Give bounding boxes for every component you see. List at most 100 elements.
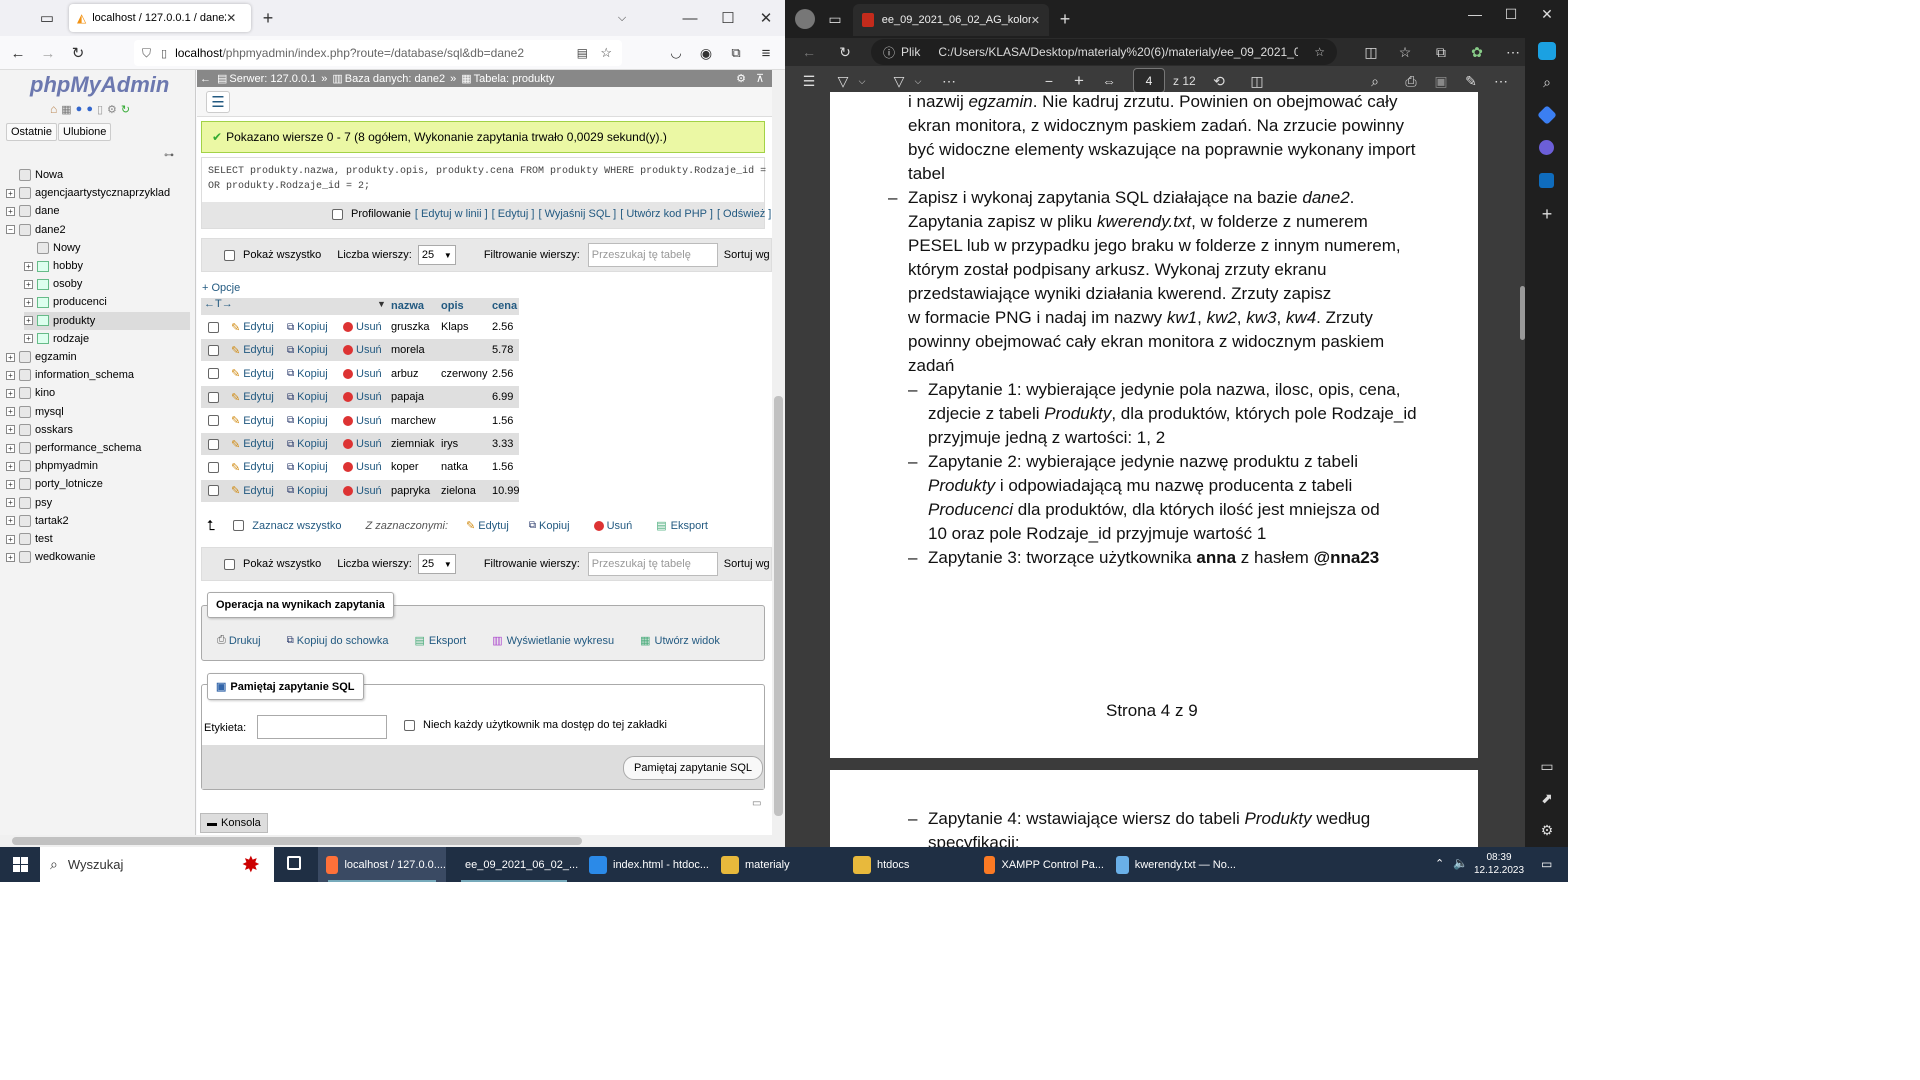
row-delete-button[interactable]: Usuń	[343, 368, 382, 380]
row-delete-button[interactable]: Usuń	[343, 321, 382, 333]
contents-icon[interactable]: ☰	[799, 71, 819, 91]
gear-icon[interactable]: ⚙	[736, 72, 746, 85]
tree-item[interactable]: − dane2	[6, 221, 66, 239]
tab-phpmyadmin[interactable]: ◭ localhost / 127.0.0.1 / dane2 | phpMyA…	[69, 4, 251, 32]
bulk-export-button[interactable]: ▤ Eksport	[656, 519, 708, 533]
search-icon[interactable]: ⌕	[1536, 72, 1558, 92]
row-copy-button[interactable]: ⧉ Kopiuj	[287, 415, 328, 427]
cell-nazwa[interactable]: arbuz	[391, 368, 419, 380]
home-icon[interactable]: ⌂	[50, 102, 57, 116]
console-tab[interactable]: ▬ Konsola	[200, 813, 268, 833]
breadcrumb-table[interactable]: Tabela: produkty	[474, 73, 555, 85]
expand-icon[interactable]: +	[6, 498, 15, 508]
tree-item[interactable]: + egzamin	[6, 348, 77, 366]
row-edit-button[interactable]: ✎ Edytuj	[231, 321, 274, 334]
cell-opis[interactable]: zielona	[441, 485, 476, 497]
external-link-icon[interactable]: ⬈	[1536, 788, 1558, 808]
expand-icon[interactable]: +	[6, 407, 15, 417]
tree-item[interactable]: + information_schema	[6, 366, 134, 384]
rotate-icon[interactable]: ⟲	[1209, 71, 1229, 91]
col-nazwa[interactable]: nazwa	[391, 300, 424, 312]
zoom-in-icon[interactable]: +	[1069, 71, 1089, 91]
add-icon[interactable]: +	[1536, 204, 1558, 224]
row-edit-button[interactable]: ✎ Edytuj	[231, 484, 274, 498]
profiling-checkbox[interactable]	[332, 208, 343, 220]
bulk-edit-button[interactable]: ✎ Edytuj	[466, 519, 509, 533]
expand-icon[interactable]: +	[6, 370, 15, 380]
tree-item[interactable]: + test	[6, 530, 53, 548]
cell-nazwa[interactable]: papryka	[391, 485, 430, 497]
link-explain[interactable]: [ Wyjaśnij SQL ]	[538, 208, 616, 220]
cell-cena[interactable]: 2.56	[492, 368, 513, 380]
expand-icon[interactable]: +	[6, 188, 15, 198]
row-checkbox[interactable]	[208, 485, 219, 497]
options-link[interactable]: + Opcje	[202, 282, 240, 294]
chevron-down-icon[interactable]: ⌵	[911, 71, 925, 91]
cell-opis[interactable]: czerwony	[441, 368, 487, 380]
link-php[interactable]: [ Utwórz kod PHP ]	[620, 208, 713, 220]
settings-icon[interactable]: ⚙	[1536, 820, 1558, 840]
cell-nazwa[interactable]: papaja	[391, 391, 424, 403]
gear-icon[interactable]: ⚙	[107, 103, 117, 116]
list-all-tabs-icon[interactable]: ▭	[36, 8, 58, 28]
extensions-icon[interactable]: ⧉	[726, 43, 746, 63]
expand-icon[interactable]: +	[6, 388, 15, 398]
fit-page-icon[interactable]: ⇔	[1099, 71, 1119, 91]
sql-code[interactable]: SELECT produkty.nazwa, produkty.opis, pr…	[202, 158, 772, 202]
h-scrollbar-thumb[interactable]	[12, 837, 582, 845]
export-button[interactable]: ▤ Eksport	[414, 634, 466, 648]
task-view-icon[interactable]	[287, 856, 301, 870]
row-copy-button[interactable]: ⧉ Kopiuj	[287, 391, 328, 403]
expand-icon[interactable]: +	[6, 352, 15, 362]
col-cena[interactable]: cena	[492, 300, 517, 312]
expand-icon[interactable]: +	[6, 534, 15, 544]
close-tab-icon[interactable]: ✕	[1031, 14, 1040, 27]
row-copy-button[interactable]: ⧉ Kopiuj	[287, 344, 328, 356]
tree-item[interactable]: + produkty	[24, 311, 190, 330]
row-checkbox[interactable]	[208, 415, 219, 427]
pdf-scrollbar-thumb[interactable]	[1520, 286, 1525, 340]
cell-nazwa[interactable]: koper	[391, 461, 419, 473]
avatar[interactable]	[795, 9, 815, 29]
expand-icon[interactable]: +	[24, 297, 33, 307]
collapse-arrow-icon[interactable]: ←	[200, 73, 211, 85]
reader-view-icon[interactable]: ▤	[577, 46, 588, 60]
account-icon[interactable]: ◉	[696, 43, 716, 63]
pdf-scrollbar[interactable]	[1518, 100, 1526, 840]
scrollbar-thumb[interactable]	[774, 396, 783, 816]
tree-item[interactable]: +Nowa	[6, 166, 63, 184]
menu-icon[interactable]: ≡	[756, 43, 776, 63]
expand-icon[interactable]: +	[6, 479, 15, 489]
check-all-checkbox[interactable]	[233, 520, 245, 531]
expand-icon[interactable]: +	[6, 516, 15, 526]
url-bar[interactable]: ⛉ ▯ localhost /phpmyadmin/index.php?rout…	[134, 40, 622, 66]
maximize-icon[interactable]: ☐	[718, 8, 738, 28]
start-icon[interactable]	[13, 857, 28, 872]
cell-cena[interactable]: 6.99	[492, 391, 513, 403]
cell-cena[interactable]: 1.56	[492, 461, 513, 473]
page-icon[interactable]: ▭	[752, 798, 761, 809]
copilot-icon[interactable]	[1538, 42, 1556, 60]
maximize-icon[interactable]: ☐	[1501, 6, 1521, 22]
row-copy-button[interactable]: ⧉ Kopiuj	[287, 321, 328, 333]
bookmark-star-icon[interactable]: ☆	[600, 45, 612, 61]
new-tab-icon[interactable]: +	[258, 8, 278, 28]
create-view-button[interactable]: ▦ Utwórz widok	[640, 634, 720, 648]
show-all-checkbox[interactable]	[224, 558, 235, 570]
row-delete-button[interactable]: Usuń	[343, 415, 382, 427]
cell-cena[interactable]: 5.78	[492, 344, 513, 356]
col-opis[interactable]: opis	[441, 300, 464, 312]
row-copy-button[interactable]: ⧉ Kopiuj	[287, 461, 328, 473]
edge-taskbar-item[interactable]: ee_09_2021_06_02_...	[451, 847, 578, 882]
link-edit[interactable]: [ Edytuj ]	[492, 208, 535, 220]
xampp-taskbar-item[interactable]: XAMPP Control Pa...	[976, 847, 1104, 882]
clock[interactable]: 08:39 12.12.2023	[1474, 851, 1524, 877]
filter-input[interactable]: Przeszukaj tę tabelę	[587, 243, 718, 267]
tab-pdf[interactable]: ee_09_2021_06_02_AG_kolor.pdf ✕	[853, 4, 1049, 36]
row-edit-button[interactable]: ✎ Edytuj	[231, 414, 274, 428]
link-refresh[interactable]: [ Odśwież ]	[717, 208, 771, 220]
tree-item[interactable]: +Nowy	[24, 239, 81, 257]
row-delete-button[interactable]: Usuń	[343, 485, 382, 497]
extensions-icon[interactable]: ✿	[1467, 42, 1487, 62]
bulk-copy-button[interactable]: ⧉ Kopiuj	[529, 520, 570, 532]
